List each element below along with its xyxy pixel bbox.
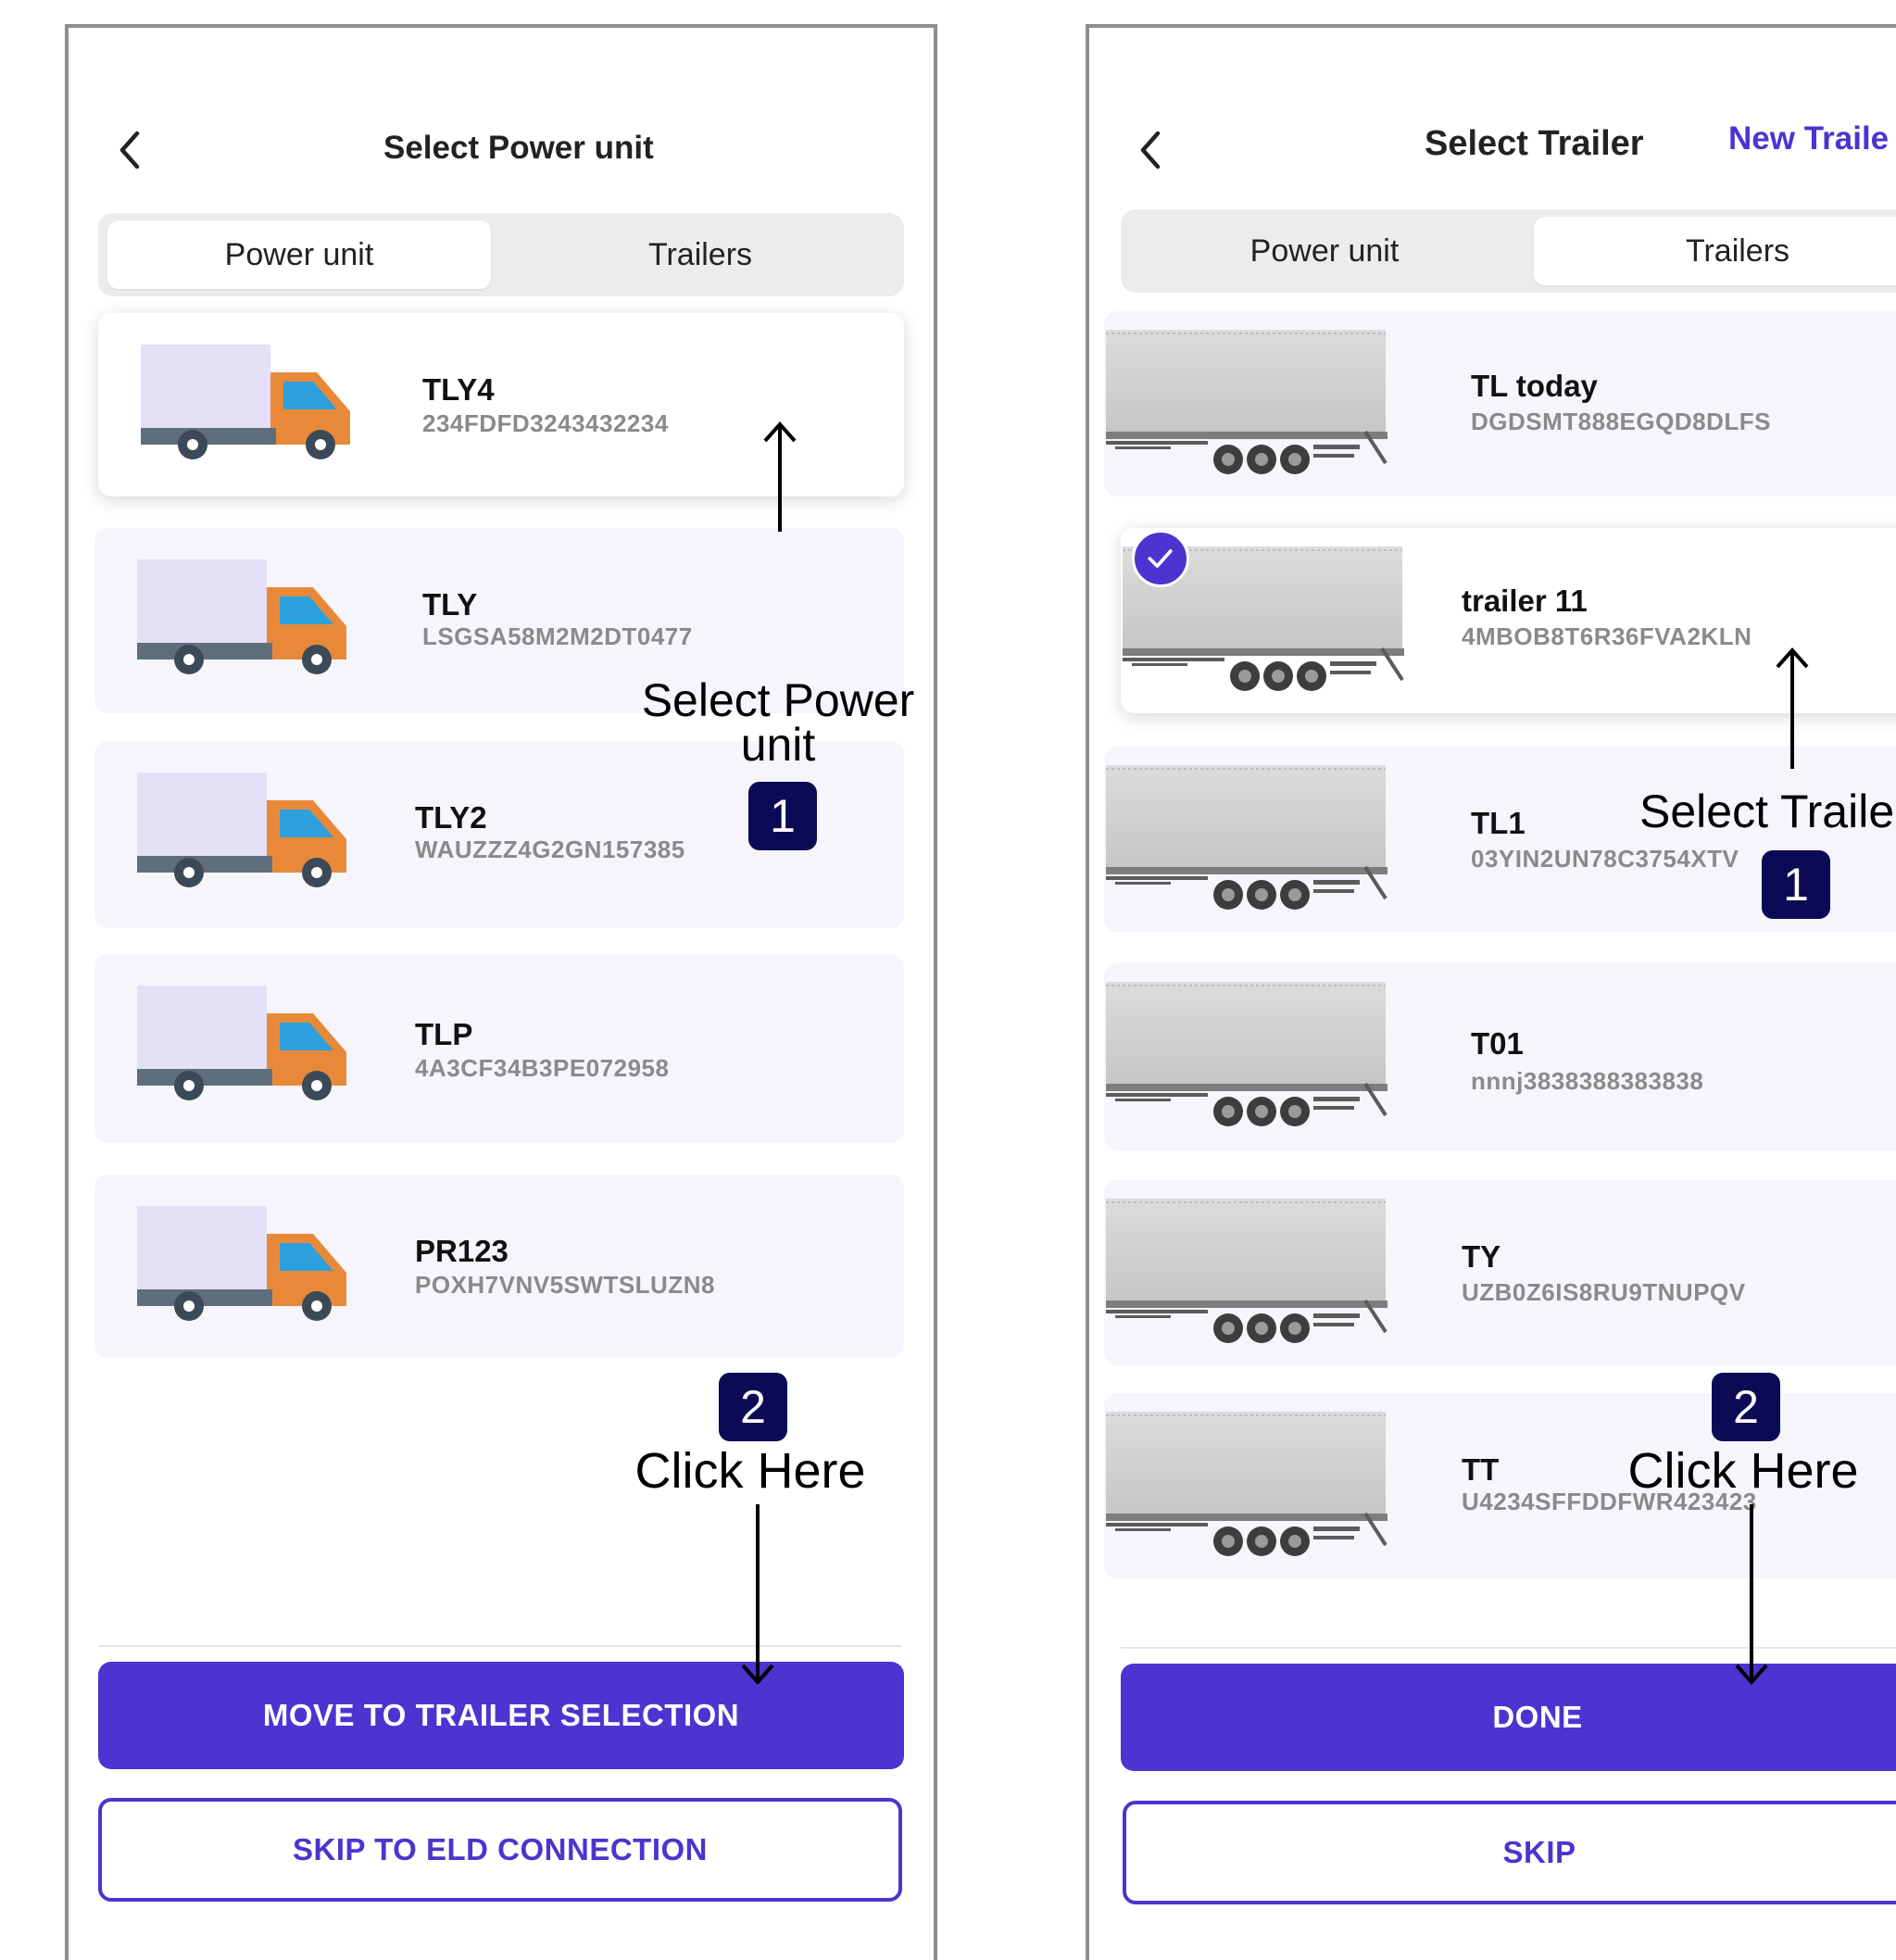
trailer-icon <box>1106 765 1387 910</box>
item-name: TL1 <box>1471 806 1526 840</box>
item-vin: 4A3CF34B3PE072958 <box>415 1054 670 1082</box>
item-vin: POXH7VNV5SWTSLUZN8 <box>415 1271 715 1299</box>
truck-icon <box>137 559 346 674</box>
list-item[interactable]: PR123 POXH7VNV5SWTSLUZN8 <box>94 1175 904 1358</box>
item-name: TLY4 <box>422 372 495 407</box>
arrow-down-icon <box>741 1504 774 1686</box>
annotation-click-here: Click Here <box>1627 1443 1859 1499</box>
step-badge: 1 <box>748 782 817 850</box>
list-item[interactable]: TL today DGDSMT888EGQD8DLFS <box>1104 311 1896 496</box>
checkmark-icon <box>1148 549 1173 568</box>
list-item[interactable]: TY UZB0Z6IS8RU9TNUPQV <box>1104 1180 1896 1365</box>
truck-icon <box>141 345 350 459</box>
selected-check-badge <box>1132 530 1189 587</box>
item-vin: 03YIN2UN78C3754XTV <box>1471 845 1739 873</box>
tab-power-unit[interactable]: Power unit <box>107 220 491 289</box>
item-name: TT <box>1462 1452 1500 1487</box>
divider <box>1121 1647 1896 1649</box>
segmented-control: Power unit Trailers <box>98 213 904 296</box>
item-name: TLY <box>422 587 478 622</box>
item-name: trailer 11 <box>1462 584 1588 618</box>
list-item[interactable]: TLP 4A3CF34B3PE072958 <box>94 954 904 1143</box>
arrow-up-icon <box>1776 647 1809 769</box>
back-chevron-icon[interactable] <box>1132 124 1169 176</box>
item-vin: DGDSMT888EGQD8DLFS <box>1471 408 1771 435</box>
divider <box>98 1645 902 1647</box>
truck-icon <box>137 1206 346 1321</box>
item-vin: nnnj3838388383838 <box>1471 1067 1704 1095</box>
skip-button[interactable]: SKIP <box>1123 1801 1896 1904</box>
item-vin: 4MBOB8T6R36FVA2KLN <box>1462 622 1752 650</box>
step-badge: 1 <box>1762 850 1830 919</box>
item-name: TL today <box>1471 369 1598 403</box>
trailer-icon <box>1106 1412 1387 1556</box>
skip-to-eld-connection-button[interactable]: SKIP TO ELD CONNECTION <box>98 1798 902 1902</box>
item-name: TLP <box>415 1017 473 1051</box>
item-vin: UZB0Z6IS8RU9TNUPQV <box>1462 1278 1746 1306</box>
trailer-icon <box>1106 982 1387 1126</box>
item-name: TLY2 <box>415 800 487 835</box>
item-name: T01 <box>1471 1026 1524 1061</box>
arrow-up-icon <box>763 421 797 532</box>
item-vin: 234FDFD3243432234 <box>422 409 669 437</box>
power-unit-screen: Select Power unit Power unit Trailers TL… <box>65 24 937 1960</box>
trailer-icon <box>1106 1199 1387 1343</box>
annotation-line: unit <box>740 719 816 771</box>
tab-trailers[interactable]: Trailers <box>1534 217 1896 285</box>
page-title: Select Trailer <box>1425 124 1644 163</box>
annotation-select-power-unit: Select Power unit <box>611 674 945 771</box>
step-badge: 2 <box>1712 1373 1780 1441</box>
item-name: PR123 <box>415 1234 509 1268</box>
new-trailer-link[interactable]: New Traile <box>1728 120 1889 157</box>
page-title: Select Power unit <box>383 130 654 166</box>
truck-icon <box>137 986 346 1100</box>
segmented-control: Power unit Trailers <box>1121 209 1896 293</box>
item-name: TY <box>1462 1239 1501 1274</box>
truck-icon <box>137 773 346 887</box>
step-badge: 2 <box>719 1373 787 1441</box>
move-to-trailer-selection-button[interactable]: MOVE TO TRAILER SELECTION <box>98 1662 904 1769</box>
tab-power-unit[interactable]: Power unit <box>1130 217 1519 285</box>
trailer-icon <box>1106 330 1387 474</box>
tab-trailers[interactable]: Trailers <box>506 220 895 289</box>
annotation-select-trailer: Select Traile <box>1639 785 1895 837</box>
done-button[interactable]: DONE <box>1121 1664 1896 1771</box>
item-vin: LSGSA58M2M2DT0477 <box>422 622 693 650</box>
trailer-screen: Select Trailer New Traile Power unit Tra… <box>1086 24 1896 1960</box>
annotation-line: Select Power <box>641 674 915 726</box>
arrow-down-icon <box>1735 1504 1768 1686</box>
list-item[interactable]: T01 nnnj3838388383838 <box>1104 963 1896 1150</box>
annotation-click-here: Click Here <box>634 1443 866 1499</box>
back-chevron-icon[interactable] <box>111 124 148 176</box>
item-vin: WAUZZZ4G2GN157385 <box>415 836 685 863</box>
